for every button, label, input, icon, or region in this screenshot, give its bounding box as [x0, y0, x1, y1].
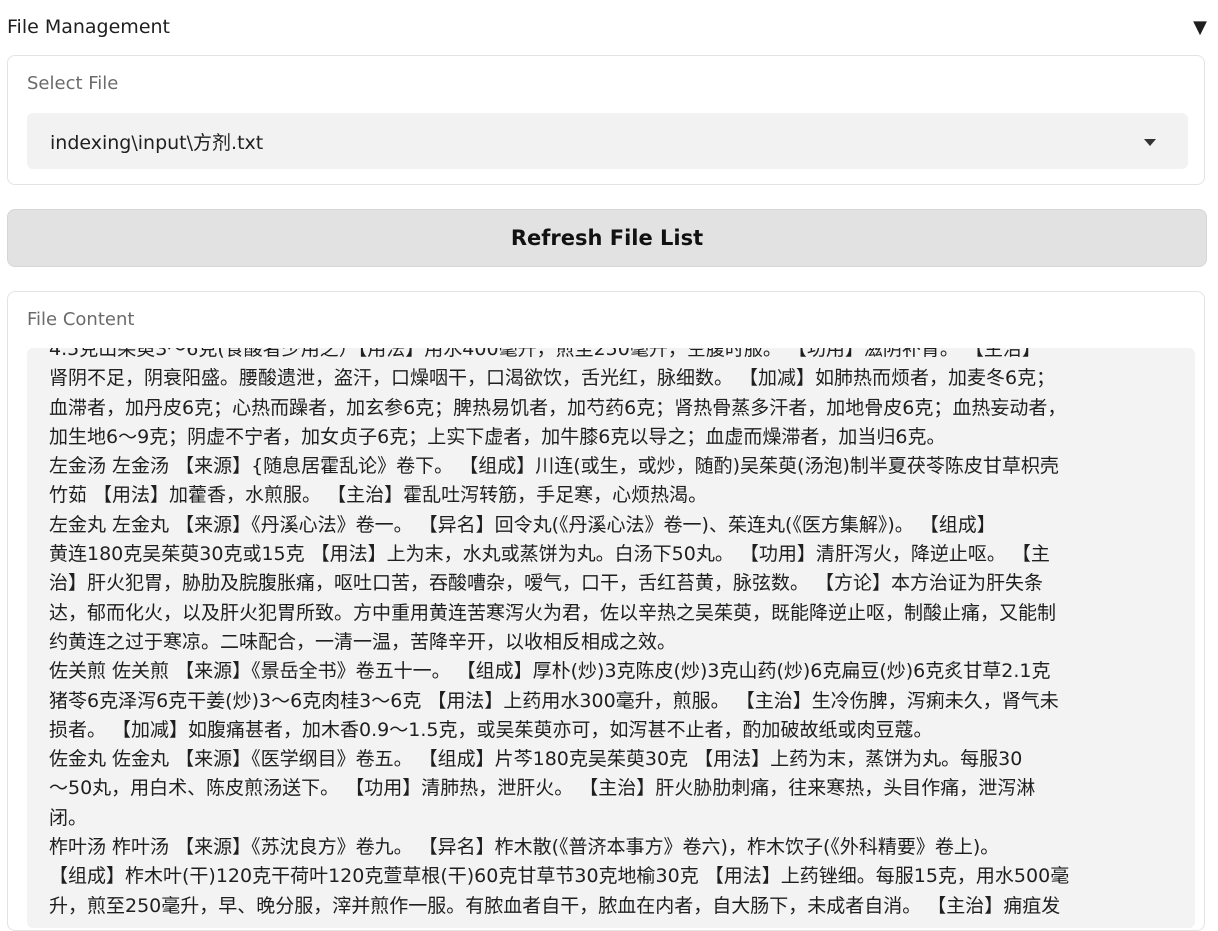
accordion-title: File Management: [7, 16, 170, 38]
refresh-file-list-button[interactable]: Refresh File List: [7, 209, 1207, 267]
file-content-panel: File Content 4.5克山茱萸3～6克(食酸者少用之）【用法】用水40…: [7, 291, 1205, 931]
file-content-text: 4.5克山茱萸3～6克(食酸者少用之）【用法】用水400毫升，煎至250毫升，空…: [49, 348, 1070, 917]
file-management-accordion-header[interactable]: File Management ▼: [7, 14, 1207, 40]
dropdown-caret-icon: [1144, 139, 1156, 146]
select-file-label: Select File: [27, 73, 119, 94]
collapse-triangle-icon[interactable]: ▼: [1193, 17, 1207, 38]
file-dropdown[interactable]: indexing\input\方剂.txt: [27, 113, 1188, 169]
file-content-label: File Content: [27, 309, 135, 330]
file-content-textarea[interactable]: 4.5克山茱萸3～6克(食酸者少用之）【用法】用水400毫升，煎至250毫升，空…: [27, 348, 1195, 928]
select-file-panel: Select File indexing\input\方剂.txt: [7, 55, 1205, 185]
selected-file-value: indexing\input\方剂.txt: [50, 131, 264, 154]
